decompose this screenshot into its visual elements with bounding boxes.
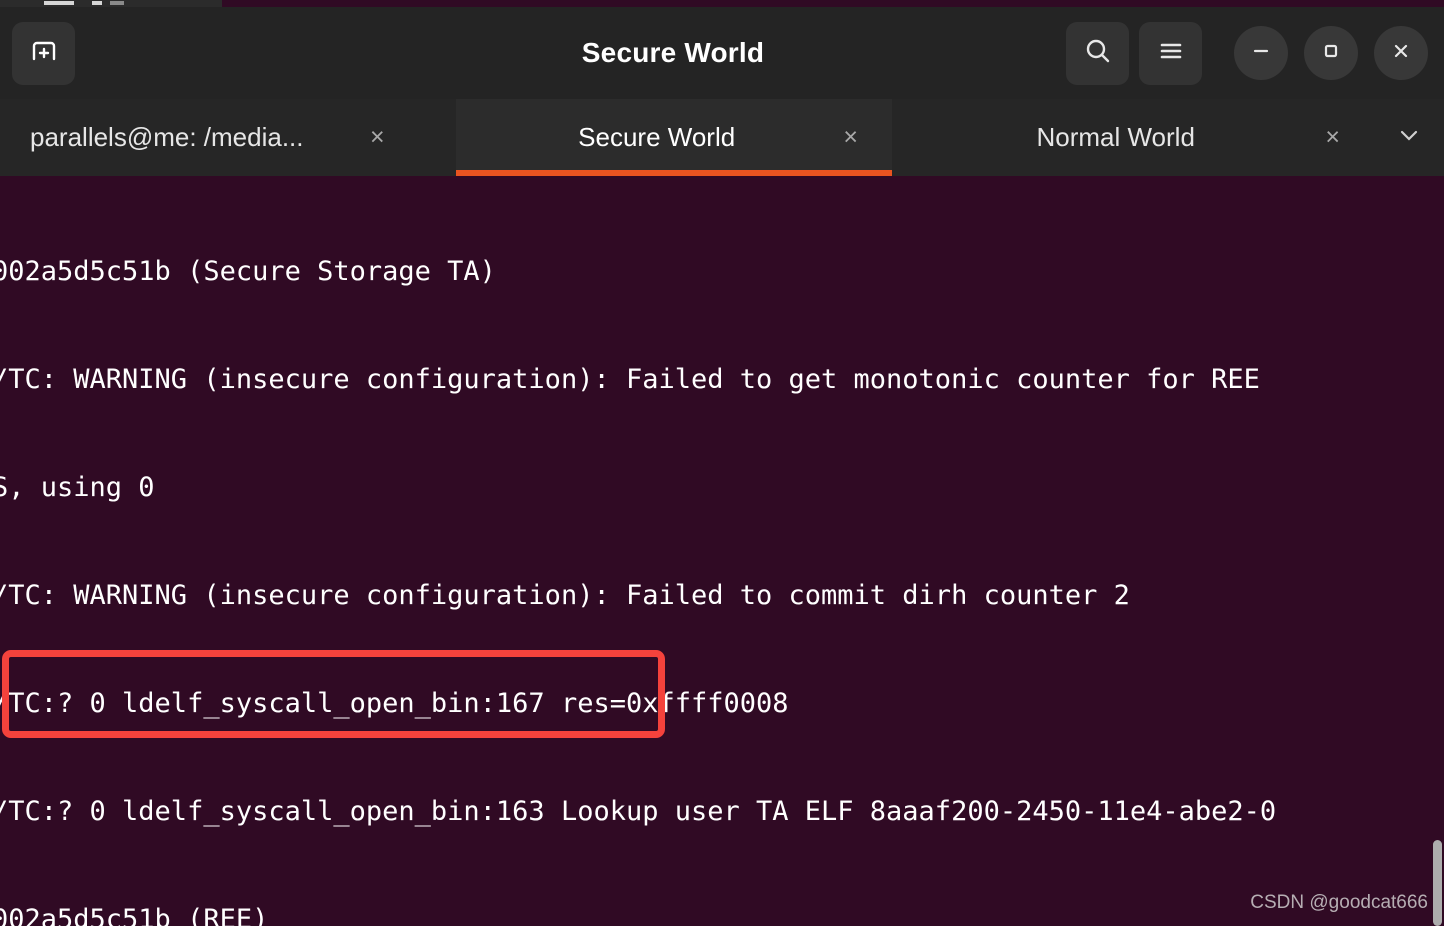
tab-label: parallels@me: /media... [30, 122, 304, 152]
tab-close-icon[interactable]: × [360, 119, 395, 156]
panel-chip [92, 1, 102, 5]
terminal-line: /TC:? 0 ldelf_syscall_open_bin:163 Looku… [0, 796, 1277, 827]
panel-chip [44, 1, 74, 5]
minimize-icon [1248, 38, 1274, 69]
terminal-output-area[interactable]: 002a5d5c51b (Secure Storage TA) /TC: WAR… [0, 176, 1444, 926]
terminal-line: 002a5d5c51b (Secure Storage TA) [0, 256, 496, 287]
desktop-top-strip [0, 0, 1444, 7]
tab-close-icon[interactable]: × [833, 119, 868, 156]
tab-normal-world[interactable]: Normal World × [892, 99, 1374, 176]
tab-close-icon[interactable]: × [1315, 119, 1350, 156]
search-button[interactable] [1066, 21, 1129, 85]
panel-chip [110, 1, 124, 5]
terminal-line: 002a5d5c51b (REE) [0, 904, 269, 926]
header-right-group [1066, 21, 1444, 85]
terminal-line: S, using 0 [0, 472, 155, 503]
terminal-line: /TC:? 0 ldelf_syscall_open_bin:167 res=0… [0, 688, 789, 719]
terminal-line: /TC: WARNING (insecure configuration): F… [0, 364, 1260, 395]
chevron-down-icon [1394, 120, 1424, 155]
tab-list-button[interactable] [1374, 99, 1444, 176]
terminal-window: Secure World parallels@me: /media... × S… [0, 0, 1444, 926]
active-tab-indicator [456, 170, 892, 176]
terminal-line: /TC: WARNING (insecure configuration): F… [0, 580, 1130, 611]
terminal-text: 002a5d5c51b (Secure Storage TA) /TC: WAR… [0, 182, 1444, 926]
hamburger-menu-icon [1155, 35, 1187, 72]
watermark: CSDN @goodcat666 [1250, 892, 1428, 913]
close-icon [1388, 38, 1414, 69]
terminal-scrollbar-track[interactable] [1433, 176, 1444, 926]
maximize-icon [1318, 38, 1344, 69]
maximize-button[interactable] [1304, 26, 1358, 80]
minimize-button[interactable] [1234, 26, 1288, 80]
tab-parallels-media[interactable]: parallels@me: /media... × [0, 99, 456, 176]
header-left-group [0, 21, 280, 85]
menu-button[interactable] [1139, 21, 1202, 85]
tab-label: Secure World [578, 122, 736, 152]
tab-secure-world[interactable]: Secure World × [456, 99, 892, 176]
window-title: Secure World [581, 37, 765, 68]
search-icon [1082, 35, 1114, 72]
terminal-scrollbar-thumb[interactable] [1433, 840, 1442, 926]
header-center-group: Secure World [280, 37, 1066, 69]
close-button[interactable] [1374, 26, 1428, 80]
new-tab-button[interactable] [12, 21, 75, 85]
window-header-bar: Secure World [0, 7, 1444, 99]
desktop-panel-fragment [0, 0, 222, 7]
new-tab-icon [27, 34, 61, 73]
tab-label: Normal World [1036, 122, 1195, 152]
tab-bar: parallels@me: /media... × Secure World ×… [0, 99, 1444, 176]
